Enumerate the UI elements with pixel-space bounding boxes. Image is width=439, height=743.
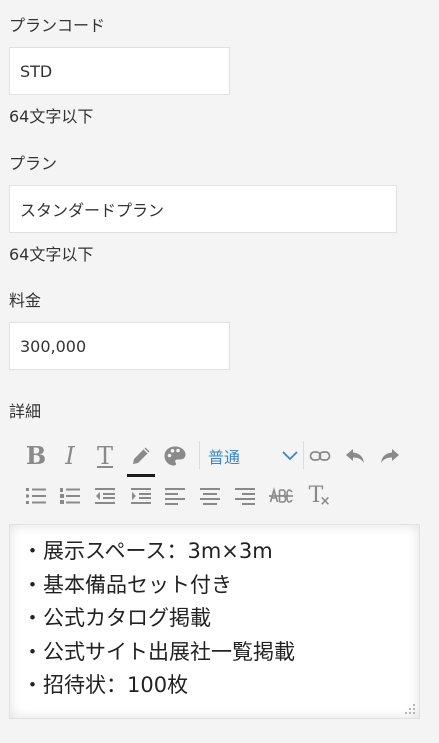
indent-icon — [131, 488, 151, 504]
plan-code-label: プランコード — [9, 16, 106, 35]
redo-button[interactable] — [375, 441, 405, 471]
indent-button[interactable] — [126, 481, 156, 511]
align-right-button[interactable] — [230, 481, 260, 511]
bulleted-list-icon — [26, 488, 46, 504]
toolbar-separator — [199, 441, 200, 469]
text-style-button[interactable]: T — [90, 441, 120, 471]
details-label: 詳細 — [9, 402, 42, 421]
rich-text-editor: B I T 普通 T × ・展示スペース：3m×3m ・基本備品セット付き ・公… — [9, 433, 420, 719]
plan-label: プラン — [9, 154, 58, 173]
remove-mark-icon: × — [319, 494, 331, 509]
pencil-icon — [133, 447, 150, 464]
link-icon — [309, 451, 331, 461]
plan-input[interactable] — [9, 185, 397, 233]
font-color-button[interactable] — [126, 441, 156, 471]
font-color-indicator — [127, 474, 155, 477]
content-line: ・公式カタログ掲載 — [22, 606, 211, 630]
plan-code-input[interactable] — [9, 47, 230, 95]
price-input[interactable] — [9, 322, 230, 370]
editor-toolbar: B I T 普通 T × — [9, 433, 420, 523]
resize-handle-icon[interactable] — [404, 703, 416, 715]
price-label: 料金 — [9, 291, 42, 310]
outdent-icon — [95, 488, 115, 504]
plan-hint: 64文字以下 — [9, 245, 94, 264]
background-color-button[interactable] — [160, 441, 190, 471]
align-center-icon — [200, 488, 220, 505]
outdent-button[interactable] — [90, 481, 120, 511]
content-line: ・基本備品セット付き — [22, 572, 232, 597]
strikethrough-icon — [269, 487, 293, 503]
italic-icon: I — [65, 442, 75, 470]
palette-icon — [164, 446, 186, 466]
undo-icon — [346, 449, 364, 463]
content-line: ・展示スペース：3m×3m — [22, 539, 273, 563]
align-right-icon — [235, 488, 255, 505]
redo-icon — [381, 449, 399, 463]
toolbar-separator — [303, 441, 304, 469]
plan-code-hint: 64文字以下 — [9, 107, 94, 126]
align-center-button[interactable] — [195, 481, 225, 511]
content-line: ・招待状：100枚 — [22, 673, 189, 697]
text-style-icon: T — [96, 442, 113, 470]
format-dropdown-value: 普通 — [208, 448, 241, 467]
bulleted-list-button[interactable] — [21, 481, 51, 511]
align-left-icon — [165, 488, 185, 505]
undo-button[interactable] — [340, 441, 370, 471]
numbered-list-icon — [60, 488, 80, 504]
strikethrough-button[interactable] — [266, 481, 296, 511]
content-line: ・公式サイト出展社一覧掲載 — [22, 639, 295, 664]
italic-button[interactable]: I — [55, 441, 85, 471]
link-button[interactable] — [305, 441, 335, 471]
format-dropdown[interactable]: 普通 — [208, 441, 298, 471]
bold-button[interactable]: B — [21, 441, 51, 471]
bold-icon: B — [25, 441, 47, 470]
numbered-list-button[interactable] — [55, 481, 85, 511]
align-left-button[interactable] — [160, 481, 190, 511]
chevron-down-icon — [282, 451, 298, 461]
clear-format-button[interactable]: T × — [301, 481, 331, 511]
editor-content[interactable]: ・展示スペース：3m×3m ・基本備品セット付き ・公式カタログ掲載 ・公式サイ… — [9, 524, 420, 719]
clear-format-icon: T × — [309, 485, 331, 509]
